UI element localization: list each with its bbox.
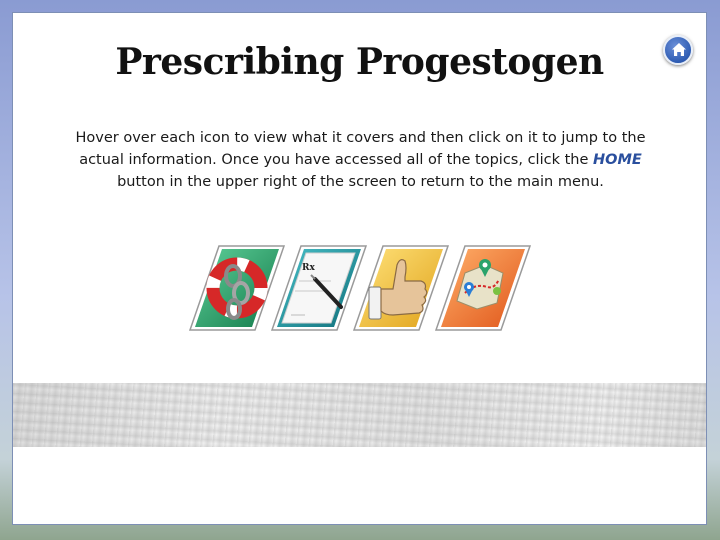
home-icon [672,43,686,56]
home-word: HOME [593,152,642,168]
instructions-text: Hover over each icon to view what it cov… [53,127,668,193]
slide: Prescribing Progestogen Hover over each … [12,12,707,525]
decorative-texture-band [13,383,706,447]
map-pin-icon[interactable] [435,243,531,333]
instructions-after: button in the upper right of the screen … [117,174,604,190]
rx-label: Rx [302,263,315,273]
home-button[interactable] [663,35,693,65]
page-title: Prescribing Progestogen [115,41,604,83]
instructions-before: Hover over each icon to view what it cov… [75,130,646,168]
